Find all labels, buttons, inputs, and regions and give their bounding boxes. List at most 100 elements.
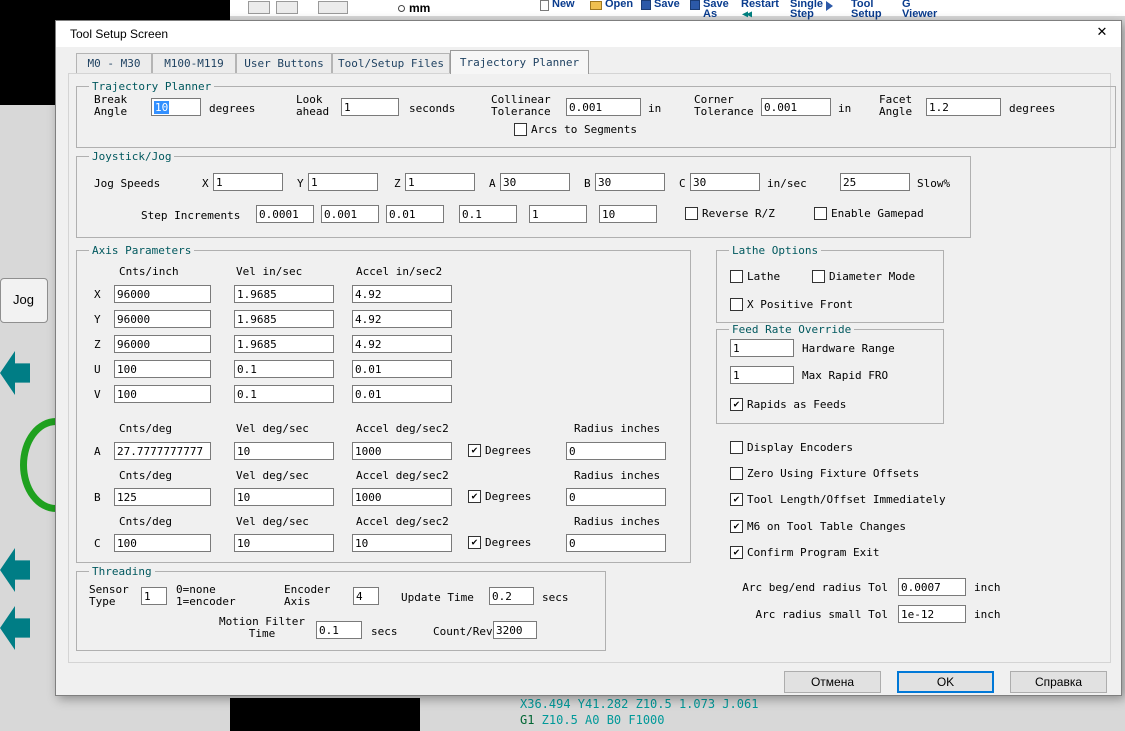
checkbox-lathe[interactable]: Lathe [730, 270, 780, 283]
axis-c-cnts-input[interactable] [114, 534, 211, 552]
collinear-tolerance-input[interactable] [566, 98, 641, 116]
jog-speed-y-input[interactable] [308, 173, 378, 191]
checkbox-tool-length-immediately[interactable]: Tool Length/Offset Immediately [730, 493, 946, 506]
axis-y-vel-input[interactable] [234, 310, 334, 328]
step-increment-input-1[interactable] [256, 205, 314, 223]
tab-tool-setup-files[interactable]: Tool/Setup Files [332, 53, 450, 73]
toolbar-item-save-as[interactable]: Save As [690, 0, 729, 20]
axis-z-accel-input[interactable] [352, 335, 452, 353]
checkbox-rapids-as-feeds[interactable]: Rapids as Feeds [730, 398, 846, 411]
checkbox-display-encoders[interactable]: Display Encoders [730, 441, 853, 454]
step-increment-input-4[interactable] [459, 205, 517, 223]
axis-x-accel-input[interactable] [352, 285, 452, 303]
jog-left-arrow-button[interactable] [0, 548, 30, 592]
jog-speed-x-input[interactable] [213, 173, 283, 191]
step-increment-input-5[interactable] [529, 205, 587, 223]
axis-a-cnts-input[interactable] [114, 442, 211, 460]
toolbar-item-open[interactable]: Open [590, 0, 633, 10]
look-ahead-input[interactable] [341, 98, 399, 116]
encoder-axis-input[interactable] [353, 587, 379, 605]
step-increment-input-3[interactable] [386, 205, 444, 223]
axis-v-vel-input[interactable] [234, 385, 334, 403]
help-button[interactable]: Справка [1010, 671, 1107, 693]
units-mm-radio[interactable] [398, 5, 405, 12]
jog-speed-z-input[interactable] [405, 173, 475, 191]
axis-u-vel-input[interactable] [234, 360, 334, 378]
toolbar-button[interactable] [248, 1, 270, 14]
jog-panel[interactable]: Jog [0, 278, 48, 323]
count-rev-input[interactable] [493, 621, 537, 639]
checkbox-diameter-mode[interactable]: Diameter Mode [812, 270, 915, 283]
jog-speed-b-input[interactable] [595, 173, 665, 191]
ok-button[interactable]: OK [897, 671, 994, 693]
jog-left-arrow-button[interactable] [0, 606, 30, 650]
column-header: Vel deg/sec [236, 469, 309, 482]
axis-y-cnts-input[interactable] [114, 310, 211, 328]
axis-v-accel-input[interactable] [352, 385, 452, 403]
tab-m0-m30[interactable]: M0 - M30 [76, 53, 152, 73]
tab-trajectory-planner[interactable]: Trajectory Planner [450, 50, 589, 74]
axis-x-vel-input[interactable] [234, 285, 334, 303]
column-header: Accel in/sec2 [356, 265, 443, 278]
axis-y-accel-input[interactable] [352, 310, 452, 328]
dialog-titlebar[interactable]: Tool Setup Screen ✕ [56, 21, 1121, 47]
checkbox-degrees-a[interactable]: Degrees [468, 444, 531, 457]
axis-a-accel-input[interactable] [352, 442, 452, 460]
axis-c-radius-input[interactable] [566, 534, 666, 552]
step-increment-input-6[interactable] [599, 205, 657, 223]
toolbar-button[interactable] [318, 1, 348, 14]
axis-z-vel-input[interactable] [234, 335, 334, 353]
sensor-type-input[interactable] [141, 587, 167, 605]
checkbox-box [730, 520, 743, 533]
checkbox-degrees-c[interactable]: Degrees [468, 536, 531, 549]
tab-user-buttons[interactable]: User Buttons [236, 53, 332, 73]
axis-x-cnts-input[interactable] [114, 285, 211, 303]
toolbar-item-tool-setup[interactable]: Tool Setup [851, 0, 882, 20]
toolbar-item-single-step[interactable]: Single Step [790, 0, 834, 20]
toolbar-button[interactable] [276, 1, 298, 14]
axis-b-cnts-input[interactable] [114, 488, 211, 506]
checkbox-zero-fixture-offsets[interactable]: Zero Using Fixture Offsets [730, 467, 919, 480]
checkbox-x-positive-front[interactable]: X Positive Front [730, 298, 853, 311]
checkbox-enable-gamepad[interactable]: Enable Gamepad [814, 207, 924, 220]
break-angle-input[interactable]: 10 [151, 98, 201, 116]
facet-angle-input[interactable] [926, 98, 1001, 116]
axis-u-accel-input[interactable] [352, 360, 452, 378]
jog-speed-c-input[interactable] [690, 173, 760, 191]
checkbox-arcs-to-segments[interactable]: Arcs to Segments [514, 123, 637, 136]
axis-c-vel-input[interactable] [234, 534, 334, 552]
corner-tolerance-input[interactable] [761, 98, 831, 116]
hardware-range-input[interactable] [730, 339, 794, 357]
toolbar-item-new[interactable]: New [540, 0, 575, 11]
arc-beg-end-input[interactable] [898, 578, 966, 596]
arc-small-input[interactable] [898, 605, 966, 623]
axis-b-accel-input[interactable] [352, 488, 452, 506]
checkbox-reverse-rz[interactable]: Reverse R/Z [685, 207, 775, 220]
lathe-options-group: Lathe Options [716, 244, 944, 323]
axis-u-cnts-input[interactable] [114, 360, 211, 378]
max-rapid-fro-input[interactable] [730, 366, 794, 384]
axis-b-radius-input[interactable] [566, 488, 666, 506]
axis-c-accel-input[interactable] [352, 534, 452, 552]
slow-percent-input[interactable] [840, 173, 910, 191]
jog-left-arrow-button[interactable] [0, 351, 30, 395]
checkbox-m6-tool-table[interactable]: M6 on Tool Table Changes [730, 520, 906, 533]
axis-v-cnts-input[interactable] [114, 385, 211, 403]
rewind-icon[interactable]: ◀◀ [742, 9, 752, 20]
axis-b-vel-input[interactable] [234, 488, 334, 506]
close-icon[interactable]: ✕ [1091, 24, 1113, 43]
cancel-button[interactable]: Отмена [784, 671, 881, 693]
motion-filter-input[interactable] [316, 621, 362, 639]
toolbar-item-save[interactable]: Save [641, 0, 680, 10]
update-time-input[interactable] [489, 587, 534, 605]
toolbar-item-restart[interactable]: Restart [741, 0, 779, 10]
tab-m100-m119[interactable]: M100-M119 [152, 53, 236, 73]
checkbox-confirm-exit[interactable]: Confirm Program Exit [730, 546, 879, 559]
axis-z-cnts-input[interactable] [114, 335, 211, 353]
jog-speed-a-input[interactable] [500, 173, 570, 191]
axis-a-vel-input[interactable] [234, 442, 334, 460]
axis-a-radius-input[interactable] [566, 442, 666, 460]
toolbar-item-g-viewer[interactable]: G Viewer [902, 0, 937, 20]
step-increment-input-2[interactable] [321, 205, 379, 223]
checkbox-degrees-b[interactable]: Degrees [468, 490, 531, 503]
